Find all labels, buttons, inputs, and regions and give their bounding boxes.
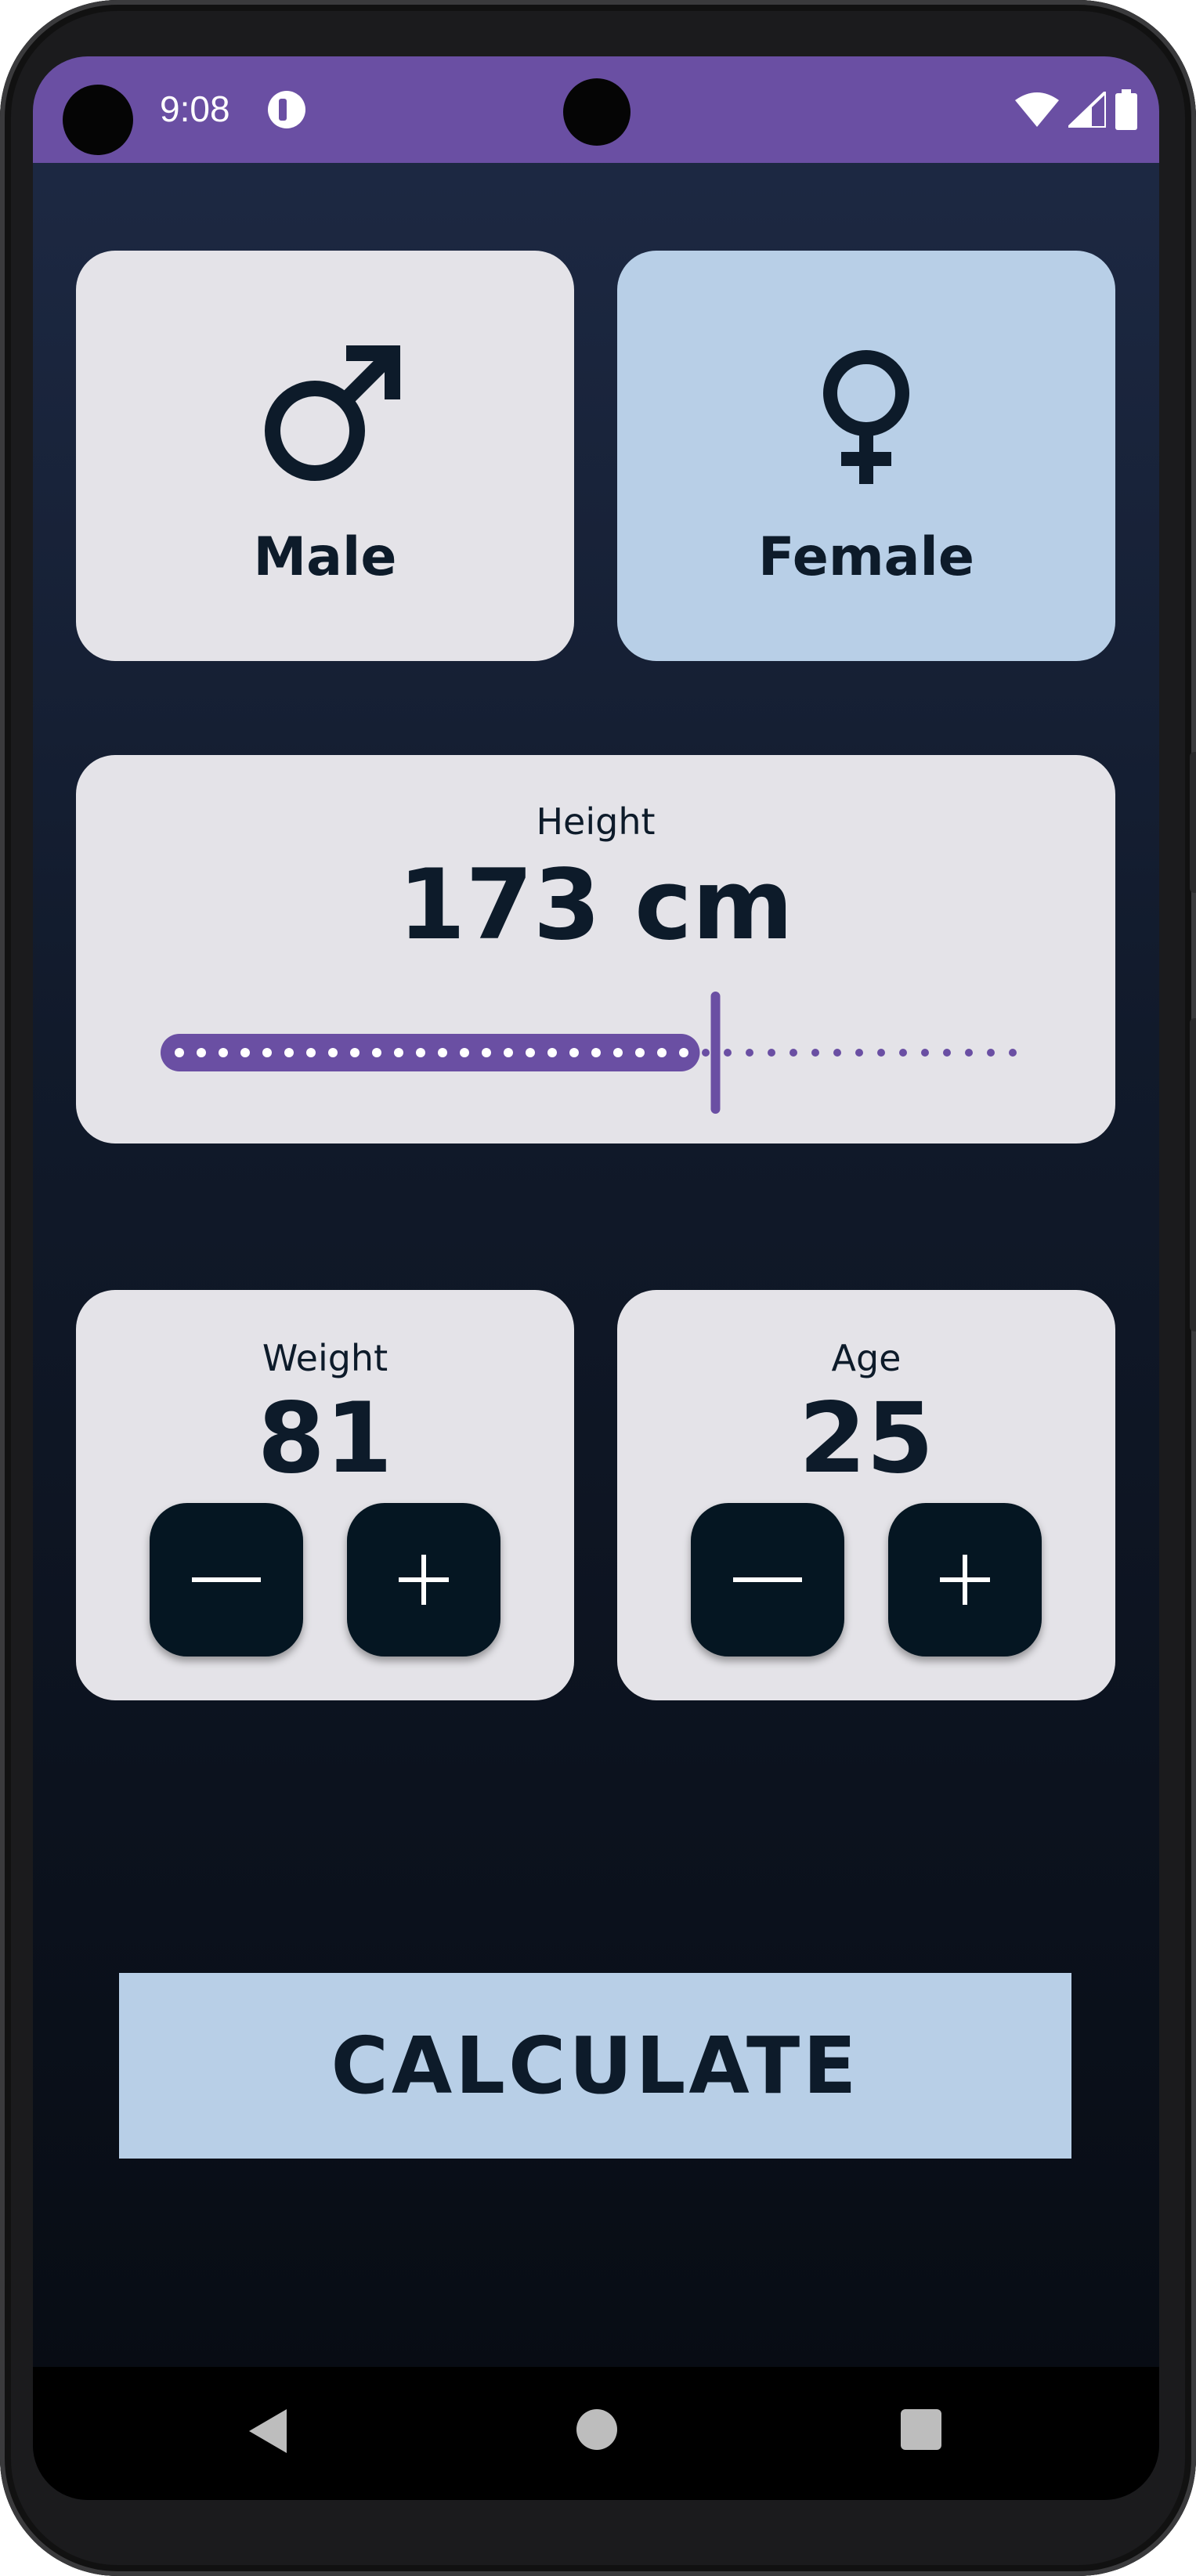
slider-tick <box>350 1048 360 1057</box>
weight-minus-button[interactable] <box>150 1503 303 1657</box>
calculate-button[interactable]: CALCULATE <box>119 1973 1071 2159</box>
slider-tick <box>921 1049 929 1057</box>
slider-tick <box>591 1048 601 1057</box>
slider-tick <box>240 1048 250 1057</box>
status-bar: 9:08 <box>33 56 1159 163</box>
slider-tick <box>943 1049 951 1057</box>
height-slider[interactable] <box>161 990 1030 1115</box>
slider-tick <box>328 1048 338 1057</box>
slider-tick <box>877 1049 885 1057</box>
slider-thumb[interactable] <box>710 992 721 1114</box>
battery-icon <box>1115 89 1137 130</box>
female-symbol-icon <box>823 350 909 484</box>
age-value: 25 <box>798 1382 934 1495</box>
slider-tick <box>702 1049 710 1057</box>
slider-tick <box>987 1049 995 1057</box>
female-card[interactable]: Female <box>617 251 1115 661</box>
slider-tick <box>746 1049 753 1057</box>
height-card: Height 173 cm <box>76 755 1115 1143</box>
age-card: Age 25 <box>617 1290 1115 1700</box>
navigation-bar <box>33 2367 1159 2500</box>
slider-tick <box>372 1048 381 1057</box>
slider-tick <box>416 1048 425 1057</box>
recents-icon[interactable] <box>901 2409 941 2450</box>
minus-icon <box>192 1577 261 1582</box>
plus-icon <box>940 1555 990 1605</box>
age-plus-button[interactable] <box>888 1503 1042 1657</box>
slider-tick <box>569 1048 579 1057</box>
slider-tick <box>833 1049 841 1057</box>
slider-tick <box>197 1048 206 1057</box>
height-value: 173 cm <box>398 849 793 962</box>
slider-tick <box>306 1048 316 1057</box>
female-label: Female <box>758 526 974 588</box>
height-title: Height <box>536 800 656 843</box>
male-card[interactable]: Male <box>76 251 574 661</box>
back-icon[interactable] <box>244 2408 291 2455</box>
status-time: 9:08 <box>160 89 230 129</box>
slider-tick <box>613 1048 623 1057</box>
male-symbol-icon <box>265 345 400 481</box>
phone-frame: 9:08 Male Female Height 173 cm Weight 81… <box>0 0 1196 2576</box>
slider-tick <box>635 1048 645 1057</box>
status-icons <box>1015 88 1137 132</box>
wifi-icon <box>1015 92 1059 127</box>
slider-tick <box>482 1048 491 1057</box>
slider-tick <box>679 1048 688 1057</box>
app-screen: 9:08 Male Female Height 173 cm Weight 81… <box>33 56 1159 2500</box>
slider-tick <box>438 1048 447 1057</box>
power-button <box>1190 752 1196 893</box>
app-notification-icon <box>268 91 305 128</box>
slider-tick <box>504 1048 513 1057</box>
age-title: Age <box>831 1337 902 1379</box>
slider-tick <box>965 1049 973 1057</box>
slider-tick <box>724 1049 732 1057</box>
age-minus-button[interactable] <box>691 1503 844 1657</box>
volume-button <box>1190 1018 1196 1331</box>
minus-icon <box>733 1577 802 1582</box>
male-label: Male <box>253 526 397 588</box>
slider-tick <box>394 1048 403 1057</box>
home-icon[interactable] <box>576 2409 617 2450</box>
weight-value: 81 <box>257 1382 393 1495</box>
slider-tick <box>460 1048 469 1057</box>
slider-tick <box>219 1048 228 1057</box>
slider-tick <box>175 1048 184 1057</box>
weight-title: Weight <box>262 1337 388 1379</box>
camera-cutout <box>563 78 631 146</box>
slider-tick <box>262 1048 272 1057</box>
slider-tick <box>899 1049 907 1057</box>
slider-tick <box>547 1048 557 1057</box>
slider-tick <box>811 1049 819 1057</box>
weight-card: Weight 81 <box>76 1290 574 1700</box>
signal-icon <box>1068 92 1106 128</box>
weight-plus-button[interactable] <box>347 1503 500 1657</box>
slider-tick <box>790 1049 797 1057</box>
slider-tick <box>1009 1049 1017 1057</box>
slider-tick <box>855 1049 863 1057</box>
slider-tick <box>768 1049 775 1057</box>
slider-tick <box>284 1048 294 1057</box>
front-sensor <box>63 85 133 155</box>
slider-tick <box>657 1048 667 1057</box>
slider-tick <box>526 1048 535 1057</box>
plus-icon <box>399 1555 449 1605</box>
